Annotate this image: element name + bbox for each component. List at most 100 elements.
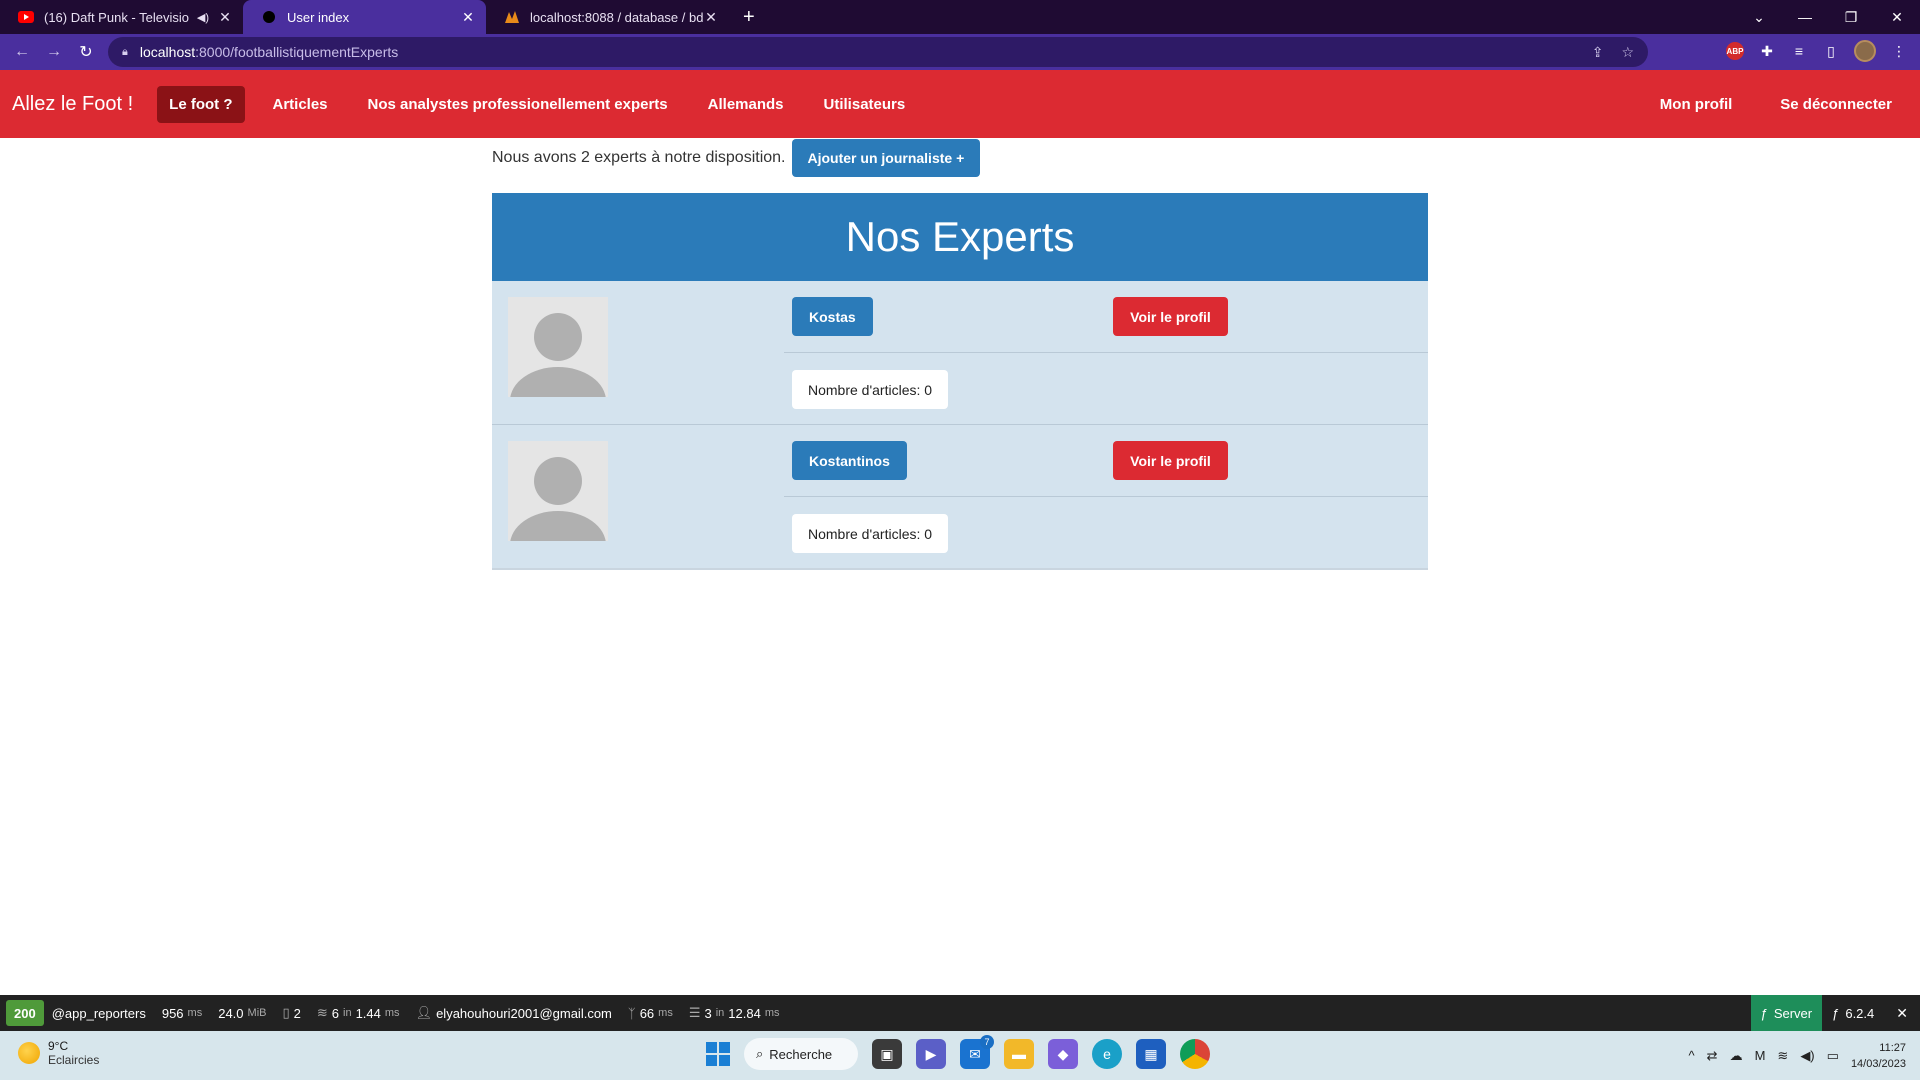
weather-text: Eclaircies	[48, 1053, 100, 1067]
route-name[interactable]: @app_reporters	[44, 1006, 154, 1021]
task-view-icon[interactable]: ▣	[872, 1039, 902, 1069]
forms-panel[interactable]: ▯ 2	[274, 1005, 308, 1021]
view-profile-button[interactable]: Voir le profil	[1113, 297, 1228, 336]
side-panel-icon[interactable]: ▯	[1822, 43, 1840, 60]
nav-mon-profil[interactable]: Mon profil	[1648, 86, 1744, 123]
symfony-version[interactable]: ƒ 6.2.4	[1822, 1006, 1884, 1021]
route-text: @app_reporters	[51, 1005, 146, 1021]
memory-value: 24.0	[218, 1005, 244, 1021]
profile-avatar[interactable]	[1854, 40, 1876, 62]
view-profile-button[interactable]: Voir le profil	[1113, 441, 1228, 480]
back-icon[interactable]: ←	[6, 43, 38, 61]
bookmark-star-icon[interactable]: ☆	[1621, 44, 1634, 61]
temperature: 9°C	[48, 1039, 69, 1053]
close-tab-icon[interactable]: ✕	[460, 9, 476, 26]
file-explorer-icon[interactable]: ▬	[1004, 1039, 1034, 1069]
weather-widget[interactable]: 9°C Eclaircies	[18, 1039, 99, 1067]
teams-chat-icon[interactable]: ▶	[916, 1039, 946, 1069]
tab-search-icon[interactable]: ⌄	[1736, 9, 1782, 26]
nav-articles[interactable]: Articles	[261, 86, 340, 123]
db-count: 3	[704, 1005, 712, 1021]
extensions-puzzle-icon[interactable]: ✚	[1758, 43, 1776, 60]
clock[interactable]: 11:27 14/03/2023	[1851, 1040, 1906, 1072]
nav-utilisateurs[interactable]: Utilisateurs	[812, 86, 918, 123]
nav-right-group: Mon profil Se déconnecter	[1640, 86, 1920, 123]
mail-icon[interactable]: ✉ 7	[960, 1035, 994, 1069]
time-value: 956	[161, 1005, 184, 1021]
symfony-logo-icon: ƒ	[1832, 1005, 1840, 1021]
address-bar[interactable]: 🔒︎ localhost:8000/footballistiquementExp…	[108, 37, 1648, 67]
minimize-icon[interactable]: —	[1782, 9, 1828, 25]
site-navbar: Allez le Foot ! Le foot ? Articles Nos a…	[0, 70, 1920, 138]
articles-count: Nombre d'articles: 0	[792, 370, 949, 409]
expert-name-button[interactable]: Kostas	[792, 297, 873, 336]
close-tab-icon[interactable]: ✕	[217, 9, 233, 26]
tab-title: (16) Daft Punk - Television Ru	[44, 9, 189, 25]
reload-icon[interactable]: ↻	[70, 42, 102, 62]
twig-unit: ms	[658, 1007, 673, 1019]
twig-icon: ᛉ	[627, 1005, 636, 1021]
wifi-icon[interactable]: ≋	[1777, 1048, 1788, 1064]
nav-analystes[interactable]: Nos analystes professionellement experts	[356, 86, 680, 123]
request-time[interactable]: 956 ms	[154, 1006, 210, 1021]
cache-panel[interactable]: ≋ 6 in 1.44 ms	[309, 1005, 408, 1021]
forms-count: 2	[293, 1005, 301, 1021]
volume-icon[interactable]: ◀)	[1800, 1048, 1814, 1064]
nav-le-foot[interactable]: Le foot ?	[157, 85, 245, 123]
db-in: in	[715, 1007, 725, 1019]
server-panel[interactable]: ƒ Server	[1750, 995, 1823, 1031]
network-share-icon[interactable]: ⇄	[1707, 1048, 1718, 1064]
menu-kebab-icon[interactable]: ⋮	[1890, 43, 1908, 60]
restore-icon[interactable]: ❐	[1828, 9, 1874, 26]
cache-unit: ms	[384, 1007, 400, 1019]
status-code-badge[interactable]: 200	[6, 1000, 44, 1026]
twig-panel[interactable]: ᛉ 66 ms	[620, 1006, 681, 1021]
page-favicon-icon	[261, 9, 277, 25]
speaker-icon[interactable]: ◀)	[197, 11, 209, 24]
nav-se-deconnecter[interactable]: Se déconnecter	[1768, 86, 1904, 123]
expert-name-button[interactable]: Kostantinos	[792, 441, 907, 480]
adblock-plus-icon[interactable]: ABP	[1726, 42, 1744, 60]
battery-icon[interactable]: ▭	[1827, 1048, 1839, 1064]
reading-list-icon[interactable]: ≡	[1790, 43, 1808, 59]
expert-card: Kostantinos Voir le profil Nombre d'arti…	[492, 425, 1428, 569]
nav-allemands[interactable]: Allemands	[696, 86, 796, 123]
chevron-up-icon[interactable]: ^	[1689, 1048, 1695, 1063]
lock-icon[interactable]: 🔒︎	[122, 46, 128, 59]
database-panel[interactable]: ☰ 3 in 12.84 ms	[681, 1005, 788, 1021]
taskbar-search[interactable]: ⌕ Recherche	[744, 1038, 858, 1070]
tab-phpmyadmin[interactable]: localhost:8088 / database / bdd- ✕	[486, 0, 729, 34]
memory-usage[interactable]: 24.0 MiB	[210, 1006, 274, 1021]
tab-youtube[interactable]: (16) Daft Punk - Television Ru ◀) ✕	[0, 0, 243, 34]
url-host: localhost	[139, 44, 196, 60]
close-tab-icon[interactable]: ✕	[703, 9, 719, 26]
new-tab-button[interactable]: +	[729, 0, 769, 34]
onedrive-icon[interactable]: ☁	[1730, 1048, 1743, 1064]
share-icon[interactable]: ⇪	[1592, 44, 1604, 61]
app-tray-icon[interactable]: M	[1755, 1048, 1766, 1063]
cache-count: 6	[331, 1005, 340, 1021]
tab-user-index[interactable]: User index ✕	[243, 0, 486, 34]
close-toolbar-icon[interactable]: ✕	[1884, 1005, 1920, 1022]
layers-icon: ≋	[316, 1005, 328, 1020]
site-brand[interactable]: Allez le Foot !	[12, 93, 133, 116]
security-panel[interactable]: 👤︎ elyahouhouri2001@gmail.com	[408, 1005, 620, 1021]
close-window-icon[interactable]: ✕	[1874, 9, 1920, 26]
search-icon: ⌕	[756, 1046, 764, 1061]
store-icon[interactable]: ▦	[1136, 1039, 1166, 1069]
chrome-icon[interactable]	[1180, 1039, 1210, 1069]
server-label: Server	[1773, 1005, 1813, 1021]
panel-title: Nos Experts	[492, 193, 1428, 281]
tab-title: localhost:8088 / database / bdd-	[530, 9, 703, 25]
user-email: elyahouhouri2001@gmail.com	[436, 1005, 612, 1021]
youtube-icon	[18, 9, 34, 25]
symfony-logo-icon: ƒ	[1760, 1005, 1768, 1021]
search-label: Recherche	[769, 1046, 833, 1062]
forward-icon[interactable]: →	[38, 43, 70, 61]
browser-toolbar: ← → ↻ 🔒︎ localhost:8000/footballistiquem…	[0, 34, 1920, 70]
add-journalist-button[interactable]: Ajouter un journaliste +	[791, 139, 981, 177]
edge-icon[interactable]: e	[1092, 1039, 1122, 1069]
default-avatar-icon	[508, 297, 608, 397]
windows-start-icon[interactable]	[706, 1042, 730, 1066]
copilot-icon[interactable]: ◆	[1048, 1039, 1078, 1069]
